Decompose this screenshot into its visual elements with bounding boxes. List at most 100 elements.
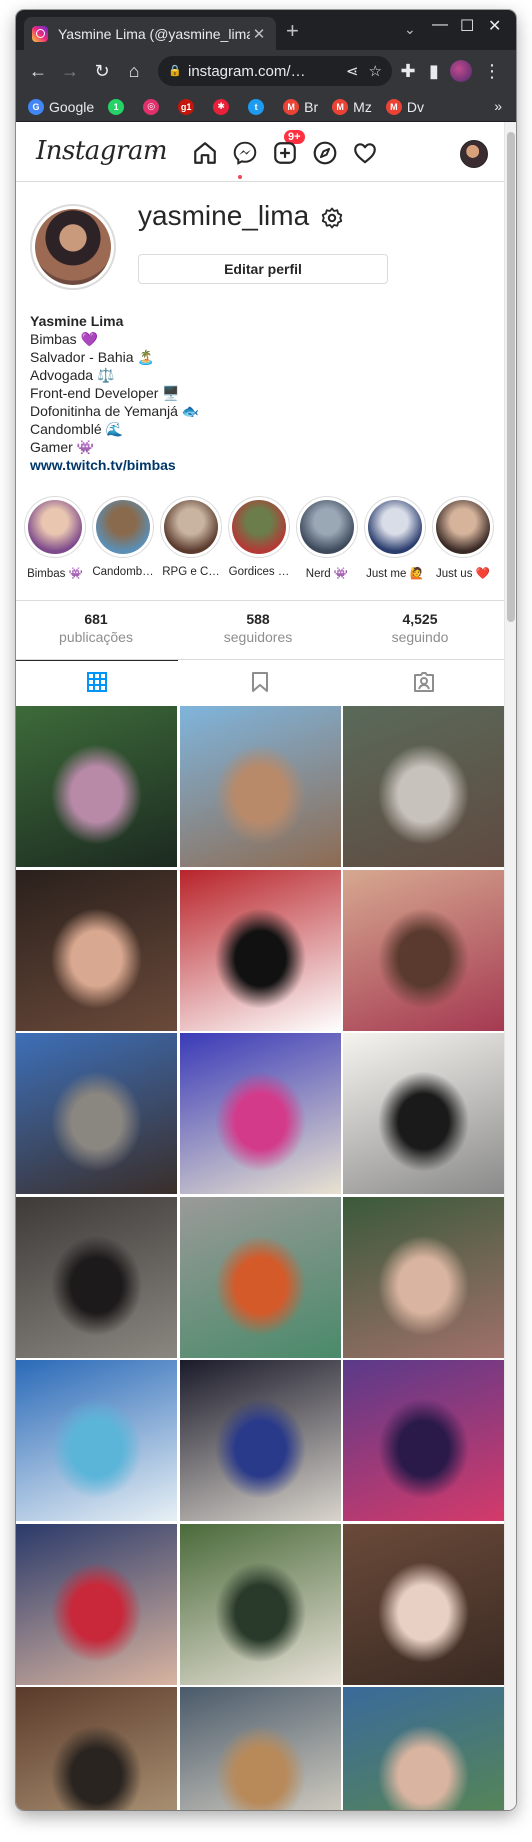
story-highlight[interactable]: Just us ❤️: [428, 496, 498, 580]
explore-compass-icon[interactable]: [312, 140, 338, 166]
back-arrow-icon[interactable]: ←: [26, 59, 50, 83]
highlight-cover: [368, 500, 422, 554]
gmail-icon: M: [332, 98, 349, 115]
post-thumbnail[interactable]: [343, 1196, 504, 1358]
highlight-label: Gordices …: [228, 566, 290, 578]
profile-full-name: Yasmine Lima: [30, 313, 124, 329]
bookmark-item[interactable]: 1: [108, 98, 129, 115]
browser-toolbar: ← → ↻ ⌂ 🔒 instagram.com/… ⋖ ☆ ✚ ▮ ⋮: [16, 50, 516, 92]
post-thumbnail[interactable]: [179, 1523, 341, 1685]
stat-label: publicações: [59, 629, 133, 645]
profile-avatar-nav[interactable]: [460, 140, 488, 168]
side-panel-icon[interactable]: ▮: [422, 59, 446, 83]
bookmark-label: Br: [304, 98, 319, 115]
post-thumbnail[interactable]: [343, 1687, 504, 1810]
bookmark-item[interactable]: g1: [178, 98, 199, 115]
post-thumbnail[interactable]: [343, 706, 504, 867]
star-app-icon: ✱: [213, 98, 230, 115]
post-thumbnail[interactable]: [343, 1360, 504, 1521]
page-scrollbar[interactable]: [504, 122, 516, 1810]
home-icon[interactable]: [192, 140, 218, 166]
post-thumbnail[interactable]: [179, 1687, 341, 1810]
post-thumbnail[interactable]: [179, 1033, 341, 1194]
instagram-page: Instagram ⌄ 9+ yasmine_lima Editar perfi…: [16, 122, 516, 1810]
scrollbar-thumb[interactable]: [507, 132, 515, 622]
stat-label: seguidores: [223, 629, 293, 645]
stat-followers[interactable]: 588 seguidores: [178, 611, 338, 645]
tab-search-chevron-icon[interactable]: ⌄: [404, 21, 416, 38]
settings-gear-icon[interactable]: [320, 206, 344, 230]
instagram-logo[interactable]: Instagram: [36, 136, 168, 166]
address-bar[interactable]: 🔒 instagram.com/… ⋖ ☆: [158, 56, 392, 86]
close-window-icon[interactable]: ✕: [488, 16, 501, 36]
bookmark-item[interactable]: M Dv: [385, 98, 424, 115]
post-thumbnail[interactable]: [343, 1523, 504, 1685]
home-icon[interactable]: ⌂: [122, 59, 146, 83]
menu-kebab-icon[interactable]: ⋮: [480, 59, 504, 83]
new-post-icon[interactable]: [272, 140, 298, 166]
highlight-cover: [28, 500, 82, 554]
post-thumbnail[interactable]: [343, 869, 504, 1031]
browser-profile-avatar[interactable]: [450, 60, 472, 82]
tab-close-icon[interactable]: ✕: [250, 25, 268, 43]
maximize-icon[interactable]: ☐: [460, 16, 474, 36]
post-thumbnail[interactable]: [16, 1687, 177, 1810]
logo-chevron-down-icon[interactable]: ⌄: [150, 142, 160, 156]
post-thumbnail[interactable]: [179, 1196, 341, 1358]
forward-arrow-icon[interactable]: →: [58, 59, 82, 83]
post-thumbnail[interactable]: [16, 1196, 177, 1358]
story-highlight[interactable]: Just me 🙋: [360, 496, 430, 580]
instagram-icon: ◎: [143, 98, 160, 115]
browser-window: Yasmine Lima (@yasmine_lima) ✕ + ⌄ — ☐ ✕…: [16, 10, 516, 1810]
story-highlight[interactable]: RPG e C…: [156, 496, 226, 578]
story-highlight[interactable]: Gordices …: [224, 496, 294, 578]
profile-website-link[interactable]: www.twitch.tv/bimbas: [30, 456, 470, 474]
bookmarks-overflow-icon[interactable]: »: [494, 98, 502, 114]
bookmark-star-icon[interactable]: ☆: [369, 62, 382, 80]
post-thumbnail[interactable]: [16, 1360, 177, 1521]
post-thumbnail[interactable]: [16, 706, 177, 867]
share-icon[interactable]: ⋖: [346, 62, 359, 80]
tab-saved-bookmark-icon[interactable]: [248, 670, 272, 694]
lock-icon: 🔒: [168, 65, 182, 77]
post-thumbnail[interactable]: [16, 1033, 177, 1194]
post-thumbnail[interactable]: [16, 869, 177, 1031]
highlight-ring: [296, 496, 358, 558]
stat-count: 4,525: [402, 611, 438, 627]
story-highlight[interactable]: Bimbas 👾: [20, 496, 90, 580]
tab-title: Yasmine Lima (@yasmine_lima): [58, 25, 250, 42]
bio-line: Front-end Developer 🖥️: [30, 385, 180, 401]
browser-tab[interactable]: Yasmine Lima (@yasmine_lima) ✕: [24, 17, 276, 50]
post-thumbnail[interactable]: [16, 1523, 177, 1685]
post-thumbnail[interactable]: [343, 1033, 504, 1194]
tab-tagged-icon[interactable]: [412, 670, 436, 694]
bio-line: Gamer 👾: [30, 439, 95, 455]
bookmark-item[interactable]: M Br: [283, 98, 319, 115]
bookmark-item[interactable]: t: [248, 98, 269, 115]
profile-picture[interactable]: [30, 204, 116, 290]
whatsapp-icon: 1: [108, 98, 125, 115]
highlight-cover: [164, 500, 218, 554]
story-highlight[interactable]: Candomb…: [88, 496, 158, 578]
edit-profile-button[interactable]: Editar perfil: [138, 254, 388, 284]
tab-posts-grid-icon[interactable]: [85, 670, 109, 694]
minimize-icon[interactable]: —: [432, 16, 448, 34]
messenger-icon[interactable]: [232, 140, 258, 166]
bookmark-item[interactable]: ◎: [143, 98, 164, 115]
activity-heart-icon[interactable]: [352, 140, 378, 166]
bookmark-item[interactable]: M Mz: [332, 98, 372, 115]
bio-line: Bimbas 💜: [30, 331, 99, 347]
active-tab-indicator: [16, 660, 178, 661]
bookmark-item[interactable]: G Google: [28, 98, 94, 115]
bookmark-item[interactable]: ✱: [213, 98, 234, 115]
stat-following[interactable]: 4,525 seguindo: [340, 611, 500, 645]
reload-icon[interactable]: ↻: [90, 59, 114, 83]
new-tab-button[interactable]: +: [286, 20, 299, 42]
profile-tabs: [16, 660, 504, 704]
post-thumbnail[interactable]: [179, 706, 341, 867]
post-thumbnail[interactable]: [179, 1360, 341, 1521]
story-highlight[interactable]: Nerd 👾: [292, 496, 362, 580]
extensions-puzzle-icon[interactable]: ✚: [396, 59, 420, 83]
stat-count: 588: [246, 611, 270, 627]
post-thumbnail[interactable]: [179, 869, 341, 1031]
